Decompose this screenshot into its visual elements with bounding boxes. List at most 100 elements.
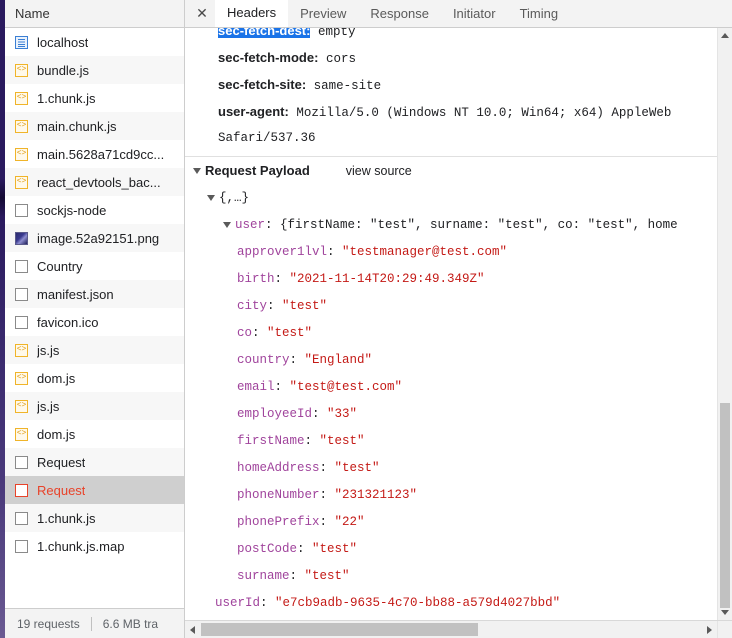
request-list-item[interactable]: <> dom.js [5,420,184,448]
json-property-row: approver1lvl: "testmanager@test.com" [185,239,717,266]
json-object-node-user[interactable]: user: {firstName: "test", surname: "test… [185,212,717,239]
detail-horizontal-scrollbar[interactable] [185,620,732,638]
json-colon: : [260,596,276,610]
request-list-item[interactable]: <> dom.js [5,364,184,392]
json-key: user [235,218,266,232]
header-value: cors [325,52,356,66]
json-root-node[interactable]: {,…} [185,185,717,212]
json-colon: : [297,542,313,556]
request-payload-title: Request Payload [205,163,310,178]
js-file-icon: <> [15,147,28,161]
request-name-label: manifest.json [37,286,114,302]
request-name-label: Request [37,454,86,470]
request-name-label: 1.chunk.js [37,90,96,106]
chevron-down-icon[interactable] [207,194,215,201]
request-payload-section-header[interactable]: Request Payload view source [185,157,717,185]
json-value: "test" [334,461,380,475]
request-name-label: localhost [37,34,89,50]
request-list-item[interactable]: manifest.json [5,280,184,308]
request-name-label: main.5628a71cd9cc... [37,146,165,162]
header-row: sec-fetch-mode: cors [185,44,717,71]
js-file-icon: <> [15,175,28,189]
tab-timing[interactable]: Timing [508,0,571,27]
json-value: "testmanager@test.com" [342,245,508,259]
json-property-row: country: "England" [185,347,717,374]
json-value: "test" [282,299,328,313]
request-list-item[interactable]: 1.chunk.js.map [5,532,184,560]
tab-headers[interactable]: Headers [215,0,289,27]
json-value: "e7cb9adb-9635-4c70-bb88-a579d4027bbd" [275,596,561,610]
view-source-link[interactable]: view source [346,157,412,185]
request-list-item[interactable]: Country [5,252,184,280]
request-count-label: 19 requests [17,616,80,631]
json-value: "test" [304,569,350,583]
json-key: email [237,380,275,394]
request-name-label: Request [37,482,86,498]
request-name-label: favicon.ico [37,314,99,330]
tab-preview[interactable]: Preview [288,0,358,27]
request-list-item[interactable]: localhost [5,28,184,56]
request-list-item[interactable]: <> 1.chunk.js [5,84,184,112]
scroll-up-arrow-icon[interactable] [718,28,732,43]
detail-scroll-area[interactable]: sec-fetch-dest: empty sec-fetch-mode: cor… [185,28,717,620]
request-name-label: main.chunk.js [37,118,117,134]
request-list-item[interactable]: <> main.chunk.js [5,112,184,140]
close-icon[interactable]: ✕ [189,1,215,27]
scroll-right-arrow-icon[interactable] [702,621,717,638]
request-list-item[interactable]: sockjs-node [5,196,184,224]
request-list-item[interactable]: <> main.5628a71cd9cc... [5,140,184,168]
generic-file-icon [15,511,28,525]
json-key: country [237,353,290,367]
tab-initiator[interactable]: Initiator [441,0,508,27]
generic-file-icon [15,455,28,469]
request-list-item[interactable]: <> js.js [5,336,184,364]
request-list-item[interactable]: favicon.ico [5,308,184,336]
request-list-item[interactable]: Request [5,476,184,504]
devtools-network-panel: Name localhost <> bundle.js <> 1.chunk.js <> m… [0,0,732,638]
status-divider [90,616,92,631]
request-name-label: 1.chunk.js.map [37,538,125,554]
request-list-item[interactable]: <> js.js [5,392,184,420]
scroll-left-arrow-icon[interactable] [185,621,200,638]
request-name-label: 1.chunk.js [37,510,96,526]
request-list[interactable]: localhost <> bundle.js <> 1.chunk.js <> main.c… [5,28,184,608]
horizontal-scroll-thumb[interactable] [201,623,478,636]
error-file-icon [15,483,28,497]
detail-content: sec-fetch-dest: empty sec-fetch-mode: cor… [185,28,732,620]
json-object-preview: {firstName: "test", surname: "test", co:… [280,218,678,232]
json-value: "231321123" [334,488,418,502]
detail-tabbar: ✕ Headers Preview Response Initiator Timing [185,0,732,28]
json-value: "test" [319,434,365,448]
json-property-row: email: "test@test.com" [185,374,717,401]
json-colon: : [252,326,268,340]
json-property-row: phoneNumber: "231321123" [185,482,717,509]
request-list-item[interactable]: <> react_devtools_bac... [5,168,184,196]
json-property-row: birth: "2021-11-14T20:29:49.349Z" [185,266,717,293]
vertical-scroll-thumb[interactable] [720,403,730,608]
scroll-down-arrow-icon[interactable] [718,605,732,620]
js-file-icon: <> [15,91,28,105]
request-name-label: js.js [37,342,60,358]
header-name: user-agent [218,104,285,119]
tab-response[interactable]: Response [358,0,441,27]
json-colon: : [289,569,305,583]
column-header-name[interactable]: Name [5,0,184,28]
chevron-down-icon[interactable] [193,168,201,174]
request-list-item[interactable]: Request [5,448,184,476]
json-property-row: employeeId: "33" [185,401,717,428]
json-value: "test" [267,326,313,340]
request-list-item[interactable]: <> bundle.js [5,56,184,84]
request-name-label: react_devtools_bac... [37,174,161,190]
transferred-size-label: 6.6 MB tra [102,616,159,631]
request-list-item[interactable]: 1.chunk.js [5,504,184,532]
request-name-label: js.js [37,398,60,414]
chevron-down-icon[interactable] [223,221,231,228]
detail-vertical-scrollbar[interactable] [717,28,732,620]
json-key: phonePrefix [237,515,320,529]
request-list-item[interactable]: image.52a92151.png [5,224,184,252]
header-name: sec-fetch-mode [218,50,315,65]
json-colon: : [312,407,328,421]
json-key: firstName [237,434,305,448]
header-value: empty [318,28,356,39]
json-key: homeAddress [237,461,320,475]
